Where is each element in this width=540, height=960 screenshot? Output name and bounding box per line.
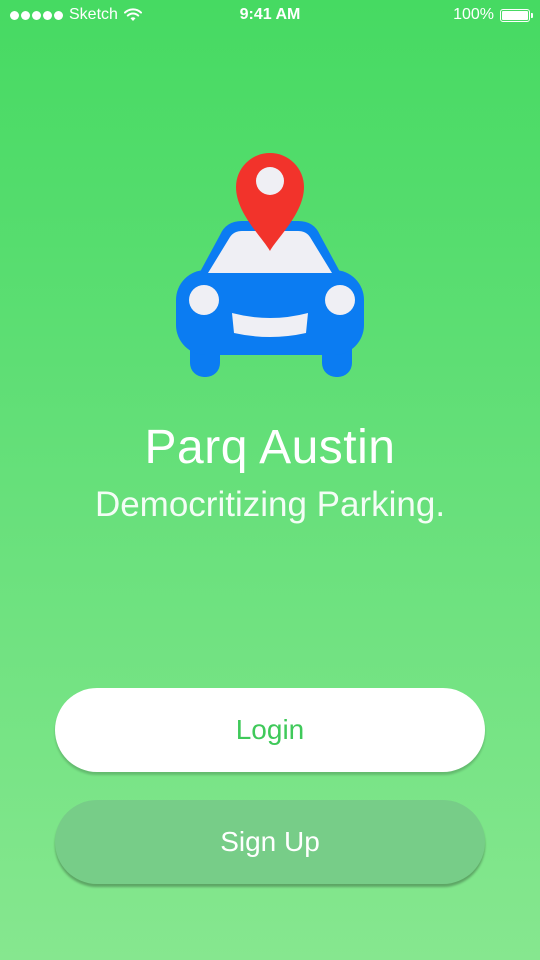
login-button[interactable]: Login [55,688,485,772]
car-with-location-pin-icon [176,153,364,377]
app-tagline: Democritizing Parking. [94,485,446,524]
status-bar: Sketch 9:41 AM 100% [0,0,540,32]
signup-button[interactable]: Sign Up [55,800,485,884]
battery-percent: 100% [453,6,494,23]
status-right: 100% [453,6,533,24]
battery-icon [500,8,533,22]
app-title: Parq Austin [144,421,396,474]
